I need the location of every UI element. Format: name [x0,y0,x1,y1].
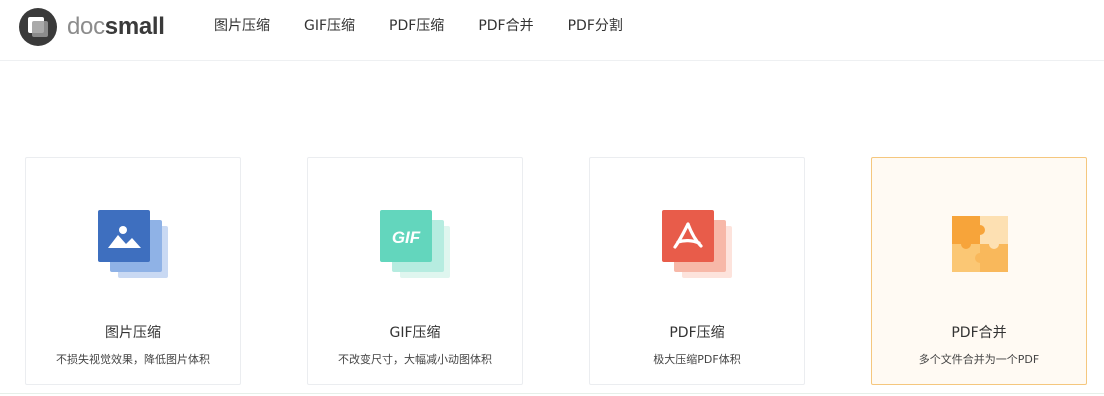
main-nav: 图片压缩 GIF压缩 PDF压缩 PDF合并 PDF分割 [197,0,640,50]
tool-cards: 图片压缩 不损失视觉效果，降低图片体积 GIF GIF压缩 不改变尺寸，大幅减小… [25,157,1087,385]
card-image-compress[interactable]: 图片压缩 不损失视觉效果，降低图片体积 [25,157,241,385]
gif-icon: GIF [380,210,450,278]
card-description: 极大压缩PDF体积 [653,353,741,366]
logo-icon [19,8,57,46]
card-gif-compress[interactable]: GIF GIF压缩 不改变尺寸，大幅减小动图体积 [307,157,523,385]
card-title: PDF压缩 [669,325,725,341]
nav-image-compress[interactable]: 图片压缩 [197,15,287,35]
puzzle-icon [952,216,1008,272]
divider [0,393,1104,394]
card-pdf-compress[interactable]: PDF压缩 极大压缩PDF体积 [589,157,805,385]
logo-text: docsmall [67,13,165,40]
card-title: GIF压缩 [389,325,441,341]
card-pdf-merge[interactable]: PDF合并 多个文件合并为一个PDF [871,157,1087,385]
card-description: 多个文件合并为一个PDF [918,353,1040,366]
nav-gif-compress[interactable]: GIF压缩 [287,15,372,35]
card-description: 不改变尺寸，大幅减小动图体积 [338,353,492,366]
card-description: 不损失视觉效果，降低图片体积 [56,353,210,366]
gif-icon-label: GIF [392,228,421,247]
nav-pdf-compress[interactable]: PDF压缩 [372,15,461,35]
nav-pdf-merge[interactable]: PDF合并 [461,15,550,35]
pdf-icon [662,210,732,278]
card-title: 图片压缩 [105,325,161,341]
docsmall-logo[interactable]: docsmall [19,8,165,46]
top-header: docsmall 图片压缩 GIF压缩 PDF压缩 PDF合并 PDF分割 [0,0,1104,61]
image-icon [98,210,168,278]
card-title: PDF合并 [951,325,1007,341]
nav-pdf-split[interactable]: PDF分割 [551,15,640,35]
